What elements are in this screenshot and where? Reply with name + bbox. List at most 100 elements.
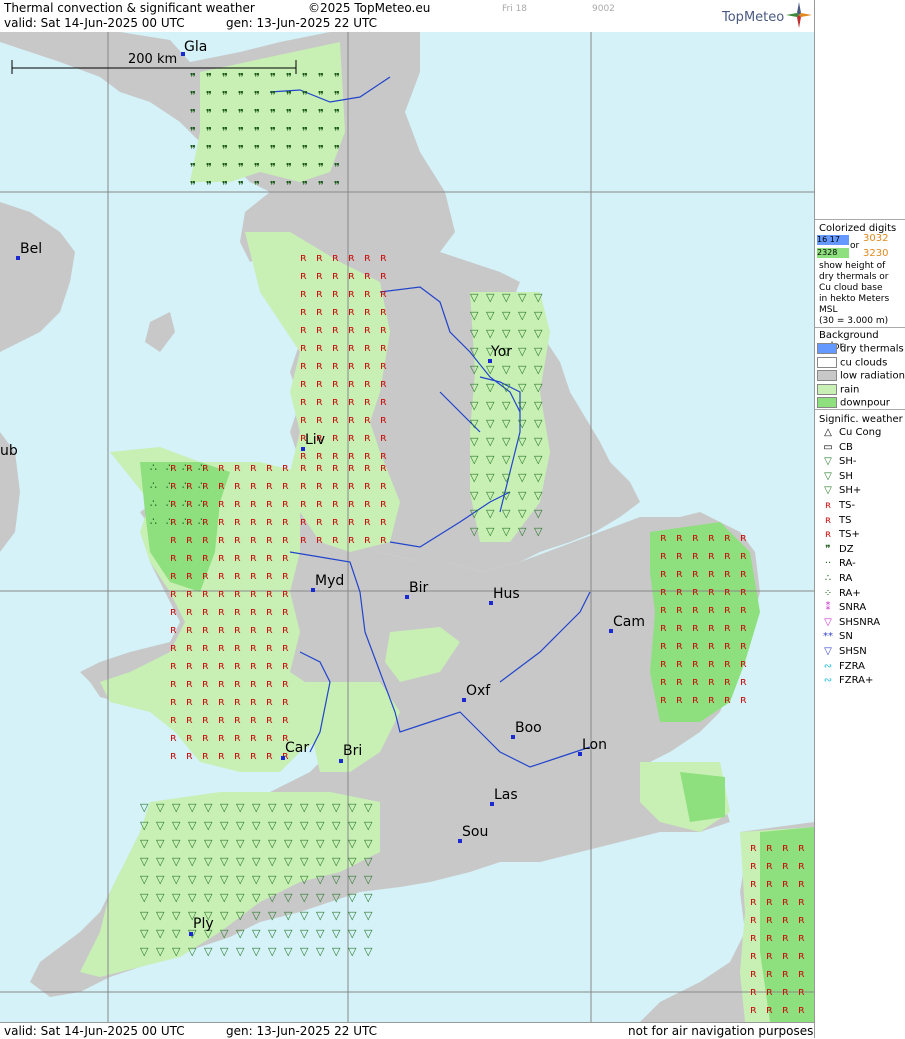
weather-symbol: ∴ bbox=[166, 497, 173, 510]
legend-wx-label: SH bbox=[839, 470, 853, 482]
weather-symbol: ʀ bbox=[740, 585, 747, 598]
weather-symbol: ▽ bbox=[364, 927, 373, 940]
weather-symbol: ʀ bbox=[202, 713, 209, 726]
city-label-boo[interactable]: Boo bbox=[515, 720, 542, 736]
legend-bg-swatch bbox=[817, 343, 837, 354]
weather-symbol: ʀ bbox=[708, 639, 715, 652]
weather-symbol: ▽ bbox=[284, 855, 293, 868]
weather-symbol: ʀ bbox=[364, 251, 371, 264]
city-label-bel[interactable]: Bel bbox=[20, 241, 42, 257]
city-label-lon[interactable]: Lon bbox=[582, 737, 607, 753]
weather-symbol: ❞ bbox=[238, 143, 244, 156]
weather-symbol: ʀ bbox=[708, 567, 715, 580]
weather-symbol: ▽ bbox=[252, 873, 261, 886]
legend-wx-label: SH+ bbox=[839, 485, 862, 497]
weather-symbol: ❞ bbox=[238, 71, 244, 84]
weather-symbol: ʀ bbox=[218, 605, 225, 618]
city-label-bri[interactable]: Bri bbox=[343, 743, 362, 759]
weather-symbol: ▽ bbox=[316, 801, 325, 814]
weather-symbol: ʀ bbox=[332, 497, 339, 510]
day-tab[interactable]: Fri 18 bbox=[502, 4, 527, 14]
city-label-bir[interactable]: Bir bbox=[409, 580, 428, 596]
weather-symbol: ▽ bbox=[172, 855, 181, 868]
weather-symbol: ʀ bbox=[218, 587, 225, 600]
weather-symbol: ʀ bbox=[798, 967, 805, 980]
city-label-ply[interactable]: Ply bbox=[193, 916, 214, 932]
city-label-car[interactable]: Car bbox=[285, 740, 309, 756]
city-label-yor[interactable]: Yor bbox=[491, 344, 512, 360]
city-label-liv[interactable]: Liv bbox=[305, 432, 325, 448]
legend-wx-row: ▽ SH+ bbox=[817, 485, 861, 497]
legend-wx-label: DZ bbox=[839, 543, 854, 555]
weather-symbol: ❞ bbox=[254, 89, 260, 102]
legend-panel: Colorized digits 16 17 or 3032 2328 3230… bbox=[814, 0, 905, 1038]
weather-symbol: ʀ bbox=[234, 551, 241, 564]
weather-symbol: ʀ bbox=[202, 533, 209, 546]
weather-symbol: ❞ bbox=[318, 89, 324, 102]
weather-symbol: ʀ bbox=[170, 659, 177, 672]
city-label-myd[interactable]: Myd bbox=[315, 573, 344, 589]
legend-digits-section: Colorized digits 16 17 or 3032 2328 3230… bbox=[815, 219, 905, 328]
legend-wx-row: ⁘ RA+ bbox=[817, 588, 861, 600]
weather-symbol: ▽ bbox=[300, 873, 309, 886]
weather-symbol: ▽ bbox=[156, 855, 165, 868]
weather-map[interactable]: ❞ ❞ ❞ ❞ ❞ ❞ ❞ ❞ ❞ ❞ ❞ ❞ ❞ ❞ ❞ ❞ ❞ ❞ ❞ ❞ ❞ ❞ ❞ ❞ ❞ ❞ ❞ ❞ ❞ ❞ ❞ ❞ ❞ ❞ ❞ ❞ ❞ ❞ ❞ ❞… bbox=[0, 32, 814, 1022]
weather-symbol: ʀ bbox=[234, 461, 241, 474]
weather-symbol: ʀ bbox=[332, 461, 339, 474]
weather-symbol: ▽ bbox=[284, 873, 293, 886]
weather-symbol: ▽ bbox=[220, 855, 229, 868]
weather-symbol: ʀ bbox=[186, 695, 193, 708]
topmeteo-logo[interactable]: TopMeteo bbox=[722, 10, 784, 25]
shower-heavy-icon: ▽ bbox=[824, 485, 832, 497]
weather-symbol: ʀ bbox=[348, 497, 355, 510]
legend-wx-label: RA bbox=[839, 573, 853, 584]
city-label-cam[interactable]: Cam bbox=[613, 614, 645, 630]
legend-wx-label: SH- bbox=[839, 456, 857, 468]
weather-symbol: ▽ bbox=[188, 945, 197, 958]
weather-symbol: ʀ bbox=[250, 623, 257, 636]
legend-wx-label: RA- bbox=[839, 558, 856, 570]
weather-symbol: ʀ bbox=[282, 659, 289, 672]
weather-symbol: ʀ bbox=[708, 531, 715, 544]
weather-symbol: ∴ bbox=[150, 479, 157, 492]
weather-symbol: ʀ bbox=[202, 749, 209, 762]
city-label-sou[interactable]: Sou bbox=[462, 824, 488, 840]
digits-or: or bbox=[850, 241, 860, 251]
weather-symbol: ▽ bbox=[204, 801, 213, 814]
weather-symbol: ʀ bbox=[740, 693, 747, 706]
digits-desc-5: MSL bbox=[819, 305, 838, 315]
weather-symbol: ▽ bbox=[300, 819, 309, 832]
legend-bg-swatch bbox=[817, 370, 837, 381]
city-label-las[interactable]: Las bbox=[494, 787, 518, 803]
city-label-oxf[interactable]: Oxf bbox=[466, 683, 490, 699]
weather-symbol: ʀ bbox=[750, 895, 757, 908]
weather-symbol: ʀ bbox=[692, 639, 699, 652]
weather-symbol: ❞ bbox=[270, 179, 276, 192]
weather-symbol: ▽ bbox=[332, 873, 341, 886]
weather-symbol: ʀ bbox=[170, 749, 177, 762]
weather-symbol: ʀ bbox=[332, 269, 339, 282]
weather-symbol: ▽ bbox=[268, 909, 277, 922]
weather-symbol: ▽ bbox=[534, 381, 543, 394]
weather-symbol: ▽ bbox=[172, 801, 181, 814]
legend-bg-label: downpour bbox=[840, 397, 890, 409]
weather-symbol: ▽ bbox=[502, 309, 511, 322]
weather-symbol: ▽ bbox=[534, 435, 543, 448]
legend-wx-row: ▭ CB bbox=[817, 442, 853, 454]
weather-symbol: ʀ bbox=[186, 623, 193, 636]
thunderstorm-icon: ʀ bbox=[824, 514, 832, 526]
city-label-hus[interactable]: Hus bbox=[493, 586, 520, 602]
weather-symbol: ❞ bbox=[190, 161, 196, 174]
weather-symbol: ʀ bbox=[170, 641, 177, 654]
weather-symbol: ʀ bbox=[250, 641, 257, 654]
weather-symbol: ʀ bbox=[766, 949, 773, 962]
city-label-gla[interactable]: Gla bbox=[184, 39, 207, 55]
weather-symbol: ʀ bbox=[724, 567, 731, 580]
weather-symbol: ʀ bbox=[282, 533, 289, 546]
weather-symbol: ▽ bbox=[348, 891, 357, 904]
weather-symbol: ʀ bbox=[364, 305, 371, 318]
weather-symbol: ❞ bbox=[190, 143, 196, 156]
city-label-dub[interactable]: ub bbox=[0, 443, 18, 459]
drizzle-icon: ❞ bbox=[825, 543, 831, 555]
weather-symbol: ❞ bbox=[238, 107, 244, 120]
